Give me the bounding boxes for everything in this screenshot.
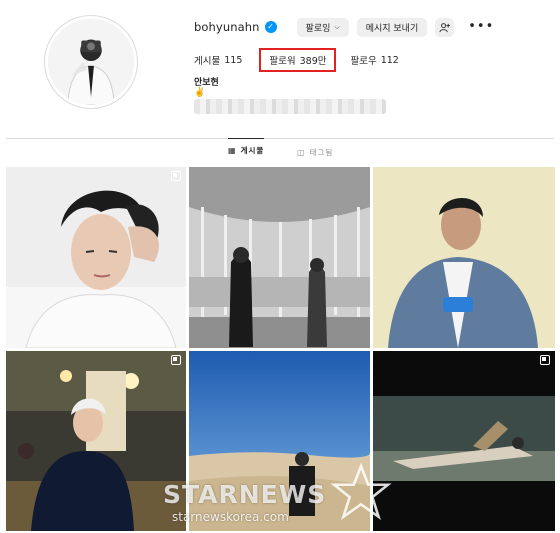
post-thumbnail[interactable] xyxy=(6,351,186,531)
stat-followers[interactable]: 팔로워 389만 xyxy=(259,48,337,72)
tagged-icon: ◫ xyxy=(297,147,306,157)
carousel-icon xyxy=(171,171,181,181)
bio-emoji: ✌️ xyxy=(194,88,206,98)
followers-label: 팔로워 xyxy=(269,56,296,67)
profile-avatar[interactable] xyxy=(44,15,138,109)
posts-grid xyxy=(6,167,555,531)
tab-posts[interactable]: ▦ 게시물 xyxy=(228,138,265,162)
following-count: 112 xyxy=(380,54,399,66)
profile-stats: 게시물 115 팔로워 389만 팔로우 112 xyxy=(194,48,399,72)
tabs-divider xyxy=(6,138,554,139)
following-button-label: 팔로잉 xyxy=(305,23,331,34)
tab-tagged-label: 태그됨 xyxy=(309,147,334,157)
post-thumbnail[interactable] xyxy=(189,167,370,348)
message-button-label: 메시지 보내기 xyxy=(365,23,419,34)
stat-posts: 게시물 115 xyxy=(194,53,243,68)
followers-count: 389만 xyxy=(299,56,327,67)
avatar-image xyxy=(48,19,134,105)
suggested-users-button[interactable] xyxy=(435,17,455,37)
grid-icon: ▦ xyxy=(228,146,237,155)
chevron-down-icon: ⌵ xyxy=(334,22,340,31)
carousel-icon xyxy=(540,355,550,365)
post-thumbnail[interactable] xyxy=(373,167,555,348)
verified-badge-icon: ✓ xyxy=(264,21,277,33)
blurred-link[interactable] xyxy=(194,99,386,114)
add-person-icon xyxy=(439,22,451,32)
stat-following[interactable]: 팔로우 112 xyxy=(350,53,399,68)
carousel-icon xyxy=(171,355,181,365)
display-name: 안보현 xyxy=(194,78,219,88)
following-button[interactable]: 팔로잉 ⌵ xyxy=(296,17,349,37)
post-thumbnail[interactable] xyxy=(189,351,370,531)
profile-top-row: bohyunahn ✓ 팔로잉 ⌵ 메시지 보내기 ••• xyxy=(194,16,494,38)
post-thumbnail[interactable] xyxy=(6,167,186,348)
posts-label: 게시물 xyxy=(194,56,221,67)
message-button[interactable]: 메시지 보내기 xyxy=(356,17,428,37)
following-label: 팔로우 xyxy=(350,56,377,67)
tab-tagged[interactable]: ◫ 태그됨 xyxy=(297,140,333,164)
post-thumbnail[interactable] xyxy=(373,351,555,531)
username: bohyunahn xyxy=(194,20,260,34)
more-icon[interactable]: ••• xyxy=(468,20,494,33)
posts-count: 115 xyxy=(224,54,243,66)
tab-posts-label: 게시물 xyxy=(240,146,265,155)
